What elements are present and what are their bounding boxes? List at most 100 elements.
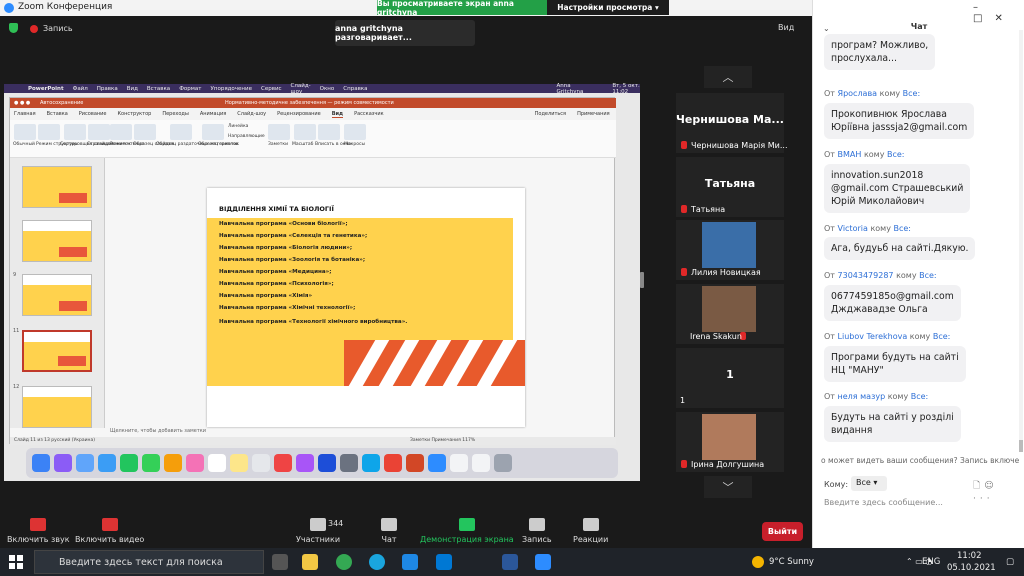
document-icon[interactable] <box>472 454 490 472</box>
ribbon-tab[interactable]: Главная <box>14 111 36 117</box>
ribbon-tab-active[interactable]: Вид <box>331 111 344 118</box>
start-video-button[interactable]: Включить видео <box>75 518 144 544</box>
leave-button[interactable]: Выйти <box>762 522 803 541</box>
fit-window-icon[interactable] <box>318 124 340 140</box>
chat-privacy-notice[interactable]: о может видеть ваши сообщения? Запись вк… <box>821 456 1019 465</box>
reminders-icon[interactable] <box>252 454 270 472</box>
taskbar-search-input[interactable]: Введите здесь текст для поиска <box>34 550 264 574</box>
slide-thumbnail[interactable] <box>22 220 92 262</box>
maps-icon[interactable] <box>164 454 182 472</box>
reactions-button[interactable]: Реакции <box>573 518 608 544</box>
reading-view-icon[interactable] <box>110 124 132 140</box>
chrome-icon[interactable] <box>384 454 402 472</box>
podcasts-icon[interactable] <box>296 454 314 472</box>
launchpad-icon[interactable] <box>54 454 72 472</box>
slide-master-icon[interactable] <box>134 124 156 140</box>
ribbon-tab[interactable]: Рецензирование <box>277 111 321 117</box>
language-indicator[interactable]: ENG <box>922 557 940 567</box>
slide-thumbnail-selected[interactable] <box>22 330 92 372</box>
chat-scrollbar-thumb[interactable] <box>1019 440 1023 452</box>
chat-recipient-select[interactable]: Все ▾ <box>851 476 887 491</box>
slide-thumbnail[interactable] <box>22 274 92 316</box>
macros-icon[interactable] <box>344 124 366 140</box>
unmute-button[interactable]: Включить звук <box>7 518 70 544</box>
notes-area[interactable]: Щелкните, чтобы добавить заметки <box>110 428 616 436</box>
security-shield-icon[interactable] <box>9 23 18 33</box>
chat-message: Будуть на сайті у розділі видання <box>824 406 961 442</box>
handout-master-icon[interactable] <box>170 124 192 140</box>
ribbon-tab[interactable]: Рисование <box>79 111 107 117</box>
view-button[interactable]: Вид <box>778 23 794 32</box>
taskbar-date[interactable]: 05.10.2021 <box>947 563 996 573</box>
view-options-button[interactable]: Настройки просмотра ▾ <box>547 0 669 15</box>
taskbar-time[interactable]: 11:02 <box>957 551 982 561</box>
keynote-icon[interactable] <box>318 454 336 472</box>
messages-icon[interactable] <box>142 454 160 472</box>
slide-canvas[interactable]: ВІДДІЛЕННЯ ХІМІЇ ТА БІОЛОГІЇ Навчальна п… <box>207 188 525 427</box>
word-icon[interactable] <box>502 554 518 570</box>
document-icon[interactable] <box>450 454 468 472</box>
slide-thumbnail[interactable] <box>22 386 92 428</box>
mail-taskbar-icon[interactable] <box>436 554 452 570</box>
guides-checkbox[interactable]: Направляющие <box>228 134 265 139</box>
facetime-icon[interactable] <box>120 454 138 472</box>
participants-scroll-down-icon[interactable]: ﹀ <box>704 476 752 498</box>
slide-thumbnail[interactable] <box>22 166 92 208</box>
windows-start-icon[interactable] <box>9 555 23 569</box>
ribbon-tab[interactable]: Переходы <box>162 111 189 117</box>
share-button[interactable]: Поделиться <box>535 111 566 117</box>
window-controls-icon[interactable]: –□✕ <box>973 2 1024 24</box>
ribbon-tab[interactable]: Анимация <box>200 111 226 117</box>
share-screen-button[interactable]: Демонстрация экрана <box>420 518 514 544</box>
finder-icon[interactable] <box>32 454 50 472</box>
weather-text[interactable]: 9°C Sunny <box>769 557 814 567</box>
zoom-magnifier-icon[interactable] <box>294 124 316 140</box>
speaking-indicator: anna gritchyna разговаривает... <box>335 20 475 46</box>
zoom-app-icon[interactable] <box>428 454 446 472</box>
outline-view-icon[interactable] <box>38 124 60 140</box>
slide-line: Навчальна програма «Медицина»; <box>219 269 332 275</box>
notes-app-icon[interactable] <box>230 454 248 472</box>
notes-icon[interactable] <box>268 124 290 140</box>
app-store-icon[interactable] <box>362 454 380 472</box>
participant-tile[interactable]: Чернишова Ма... Чернишова Марія Ми... <box>676 93 787 153</box>
normal-view-icon[interactable] <box>14 124 36 140</box>
notes-page-icon[interactable] <box>88 124 110 140</box>
task-view-icon[interactable] <box>272 554 288 570</box>
calendar-icon[interactable] <box>208 454 226 472</box>
chat-input[interactable]: Введите здесь сообщение... <box>824 498 943 507</box>
resize-handle[interactable] <box>640 272 644 288</box>
participant-tile[interactable]: Irena Skakun <box>676 284 784 344</box>
notifications-icon[interactable]: ▢ <box>1006 557 1014 567</box>
music-icon[interactable] <box>274 454 292 472</box>
store-icon[interactable] <box>402 554 418 570</box>
participant-tile[interactable]: Лилия Новицкая <box>676 220 784 280</box>
edge-icon[interactable] <box>369 554 385 570</box>
settings-icon[interactable] <box>340 454 358 472</box>
photos-icon[interactable] <box>186 454 204 472</box>
chat-button[interactable]: Чат <box>381 518 397 544</box>
notes-master-icon[interactable] <box>202 124 224 140</box>
participants-scroll-up-icon[interactable]: ︿ <box>704 66 752 88</box>
chat-tools-icon[interactable]: 🗋☺ ··· <box>973 478 1024 504</box>
powerpoint-icon[interactable] <box>406 454 424 472</box>
participant-tile[interactable]: Ірина Долгушина <box>676 412 784 472</box>
participant-tile[interactable]: 1 1 <box>676 348 784 408</box>
slide-sorter-icon[interactable] <box>64 124 86 140</box>
zoom-taskbar-icon[interactable] <box>535 554 551 570</box>
mail-icon[interactable] <box>98 454 116 472</box>
participant-tile[interactable]: Татьяна Татьяна <box>676 157 784 217</box>
safari-icon[interactable] <box>76 454 94 472</box>
chat-scrollbar[interactable] <box>1019 30 1023 450</box>
ruler-checkbox[interactable]: Линейка <box>228 124 248 129</box>
ribbon-tab[interactable]: Вставка <box>47 111 68 117</box>
ribbon-tab[interactable]: Слайд-шоу <box>237 111 266 117</box>
chrome-taskbar-icon[interactable] <box>336 554 352 570</box>
chat-meta: От Liubov Terekhova кому Все: <box>824 332 951 341</box>
file-explorer-icon[interactable] <box>302 554 318 570</box>
comments-button[interactable]: Примечания <box>577 111 610 117</box>
ribbon-tab[interactable]: Конструктор <box>117 111 151 117</box>
record-button[interactable]: Запись <box>522 518 552 544</box>
ribbon-tab[interactable]: Рассказчик <box>354 111 384 117</box>
trash-icon[interactable] <box>494 454 512 472</box>
